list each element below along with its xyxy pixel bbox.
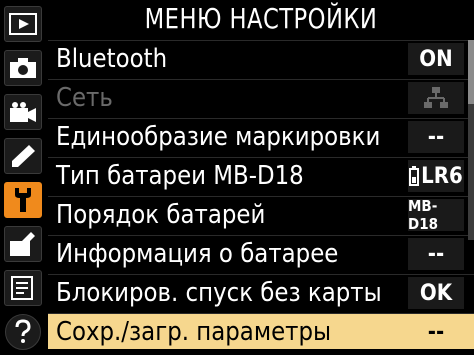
camera-icon — [10, 58, 36, 78]
row-label: Сохр./загр. параметры — [56, 317, 332, 347]
retouch-icon — [10, 232, 35, 256]
pencil-icon — [12, 145, 35, 167]
tab-custom-settings[interactable] — [4, 138, 42, 174]
page-title: МЕНЮ НАСТРОЙКИ — [144, 2, 378, 35]
movie-icon — [10, 102, 36, 122]
row-value: MB-D18 — [408, 197, 464, 233]
row-value: LR6 — [408, 160, 464, 192]
row-uniform-marking[interactable]: Единообразие маркировки -- — [48, 118, 474, 154]
network-icon — [408, 82, 464, 114]
row-battery-info[interactable]: Информация о батарее -- — [48, 235, 474, 271]
playback-icon — [9, 13, 37, 35]
row-label: Bluetooth — [56, 44, 168, 74]
help-icon — [15, 319, 31, 343]
row-battery-type[interactable]: Тип батареи MB-D18 LR6 — [48, 157, 474, 193]
row-value: ON — [408, 43, 464, 75]
battery-type-value: LR6 — [421, 163, 463, 189]
row-save-load-settings[interactable]: Сохр./загр. параметры -- — [48, 313, 474, 349]
sidebar — [0, 0, 48, 355]
tab-movie-shooting[interactable] — [4, 94, 42, 130]
battery-icon — [409, 166, 420, 186]
tab-help[interactable] — [5, 314, 41, 350]
row-value: -- — [408, 316, 464, 348]
row-network[interactable]: Сеть — [48, 79, 474, 115]
row-value: OK — [408, 277, 464, 309]
row-label: Тип батареи MB-D18 — [56, 161, 304, 191]
row-label: Блокиров. спуск без карты — [56, 278, 382, 308]
setup-menu-list: Bluetooth ON Сеть Единообразие маркировк… — [48, 40, 474, 355]
tab-my-menu[interactable] — [4, 270, 42, 306]
row-bluetooth[interactable]: Bluetooth ON — [48, 40, 474, 76]
row-label: Информация о батарее — [56, 239, 339, 269]
wrench-icon — [15, 188, 31, 212]
row-value: -- — [408, 238, 464, 270]
tab-setup[interactable] — [4, 182, 42, 218]
row-battery-order[interactable]: Порядок батарей MB-D18 — [48, 196, 474, 233]
row-label: Единообразие маркировки — [56, 122, 381, 152]
tab-retouch[interactable] — [4, 226, 42, 262]
row-label: Сеть — [56, 83, 113, 113]
tab-playback[interactable] — [4, 6, 42, 42]
tab-photo-shooting[interactable] — [4, 50, 42, 86]
my-menu-icon — [11, 276, 33, 300]
scrollbar-thumb[interactable] — [468, 40, 474, 104]
row-slot-empty-release-lock[interactable]: Блокиров. спуск без карты OK — [48, 274, 474, 310]
row-label: Порядок батарей — [56, 200, 266, 230]
row-value: -- — [408, 121, 464, 153]
